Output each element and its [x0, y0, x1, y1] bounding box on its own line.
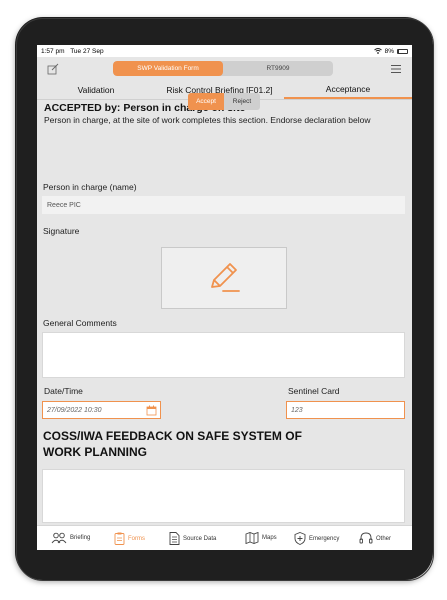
battery-percent: 8% [384, 47, 394, 55]
person-in-charge-label: Person in charge (name) [43, 182, 137, 192]
top-bar: SWP Validation Form RT9909 [37, 57, 412, 81]
signature-label: Signature [43, 226, 80, 236]
feedback-title: COSS/IWA FEEDBACK ON SAFE SYSTEM OF WORK… [43, 429, 302, 459]
signature-pad[interactable] [161, 247, 287, 309]
sentinel-card-field[interactable]: 123 [286, 401, 405, 419]
nav-briefing[interactable]: Briefing [51, 532, 90, 544]
datetime-label: Date/Time [44, 386, 83, 396]
clipboard-icon [114, 532, 125, 545]
nav-emergency[interactable]: Emergency [294, 532, 339, 545]
nav-other-label: Other [376, 535, 392, 542]
datetime-value: 27/09/2022 10:30 [47, 406, 102, 414]
nav-maps-label: Maps [262, 535, 277, 541]
status-date: Tue 27 Sep [70, 47, 104, 55]
nav-forms[interactable]: Forms [114, 532, 145, 545]
people-icon [51, 532, 67, 544]
segment-form-name[interactable]: SWP Validation Form [113, 61, 223, 76]
document-icon [169, 532, 180, 545]
hamburger-menu-icon[interactable] [389, 62, 403, 76]
nav-briefing-label: Briefing [70, 535, 91, 541]
shield-plus-icon [294, 532, 306, 545]
accept-reject-toggle: Accept Reject [188, 93, 260, 110]
general-comments-label: General Comments [43, 318, 117, 328]
form-segment-control: SWP Validation Form RT9909 [113, 61, 333, 76]
nav-source-data[interactable]: Source Data [169, 532, 216, 545]
nav-forms-label: Forms [128, 535, 145, 542]
battery-icon [397, 48, 408, 54]
edit-form-icon[interactable] [46, 62, 60, 76]
nav-maps[interactable]: Maps [245, 532, 277, 544]
calendar-icon[interactable] [146, 405, 157, 416]
accept-button[interactable]: Accept [188, 93, 224, 110]
wifi-icon [373, 48, 382, 54]
nav-other[interactable]: Other [359, 532, 391, 545]
tab-validation[interactable]: Validation [37, 81, 155, 99]
map-icon [245, 532, 259, 544]
nav-source-data-label: Source Data [183, 535, 217, 542]
sentinel-card-label: Sentinel Card [288, 386, 340, 396]
nav-emergency-label: Emergency [309, 535, 340, 542]
reject-button[interactable]: Reject [224, 93, 260, 110]
datetime-field[interactable]: 27/09/2022 10:30 [42, 401, 161, 419]
app-screen: 1:57 pm Tue 27 Sep 8% SWP Validation For… [37, 45, 412, 550]
tab-acceptance[interactable]: Acceptance [284, 81, 412, 99]
pencil-icon [211, 263, 240, 292]
headset-icon [359, 532, 373, 544]
feedback-field[interactable] [42, 469, 405, 523]
person-in-charge-field[interactable]: Reece PIC [42, 196, 405, 214]
general-comments-field[interactable] [42, 332, 405, 378]
status-time: 1:57 pm [41, 47, 65, 55]
section-description: Person in charge, at the site of work co… [44, 115, 371, 125]
bottom-navigation: Briefing Forms Source Data Maps Emergenc… [37, 525, 412, 550]
segment-reference[interactable]: RT9909 [223, 61, 333, 76]
status-bar: 1:57 pm Tue 27 Sep 8% [37, 45, 412, 57]
